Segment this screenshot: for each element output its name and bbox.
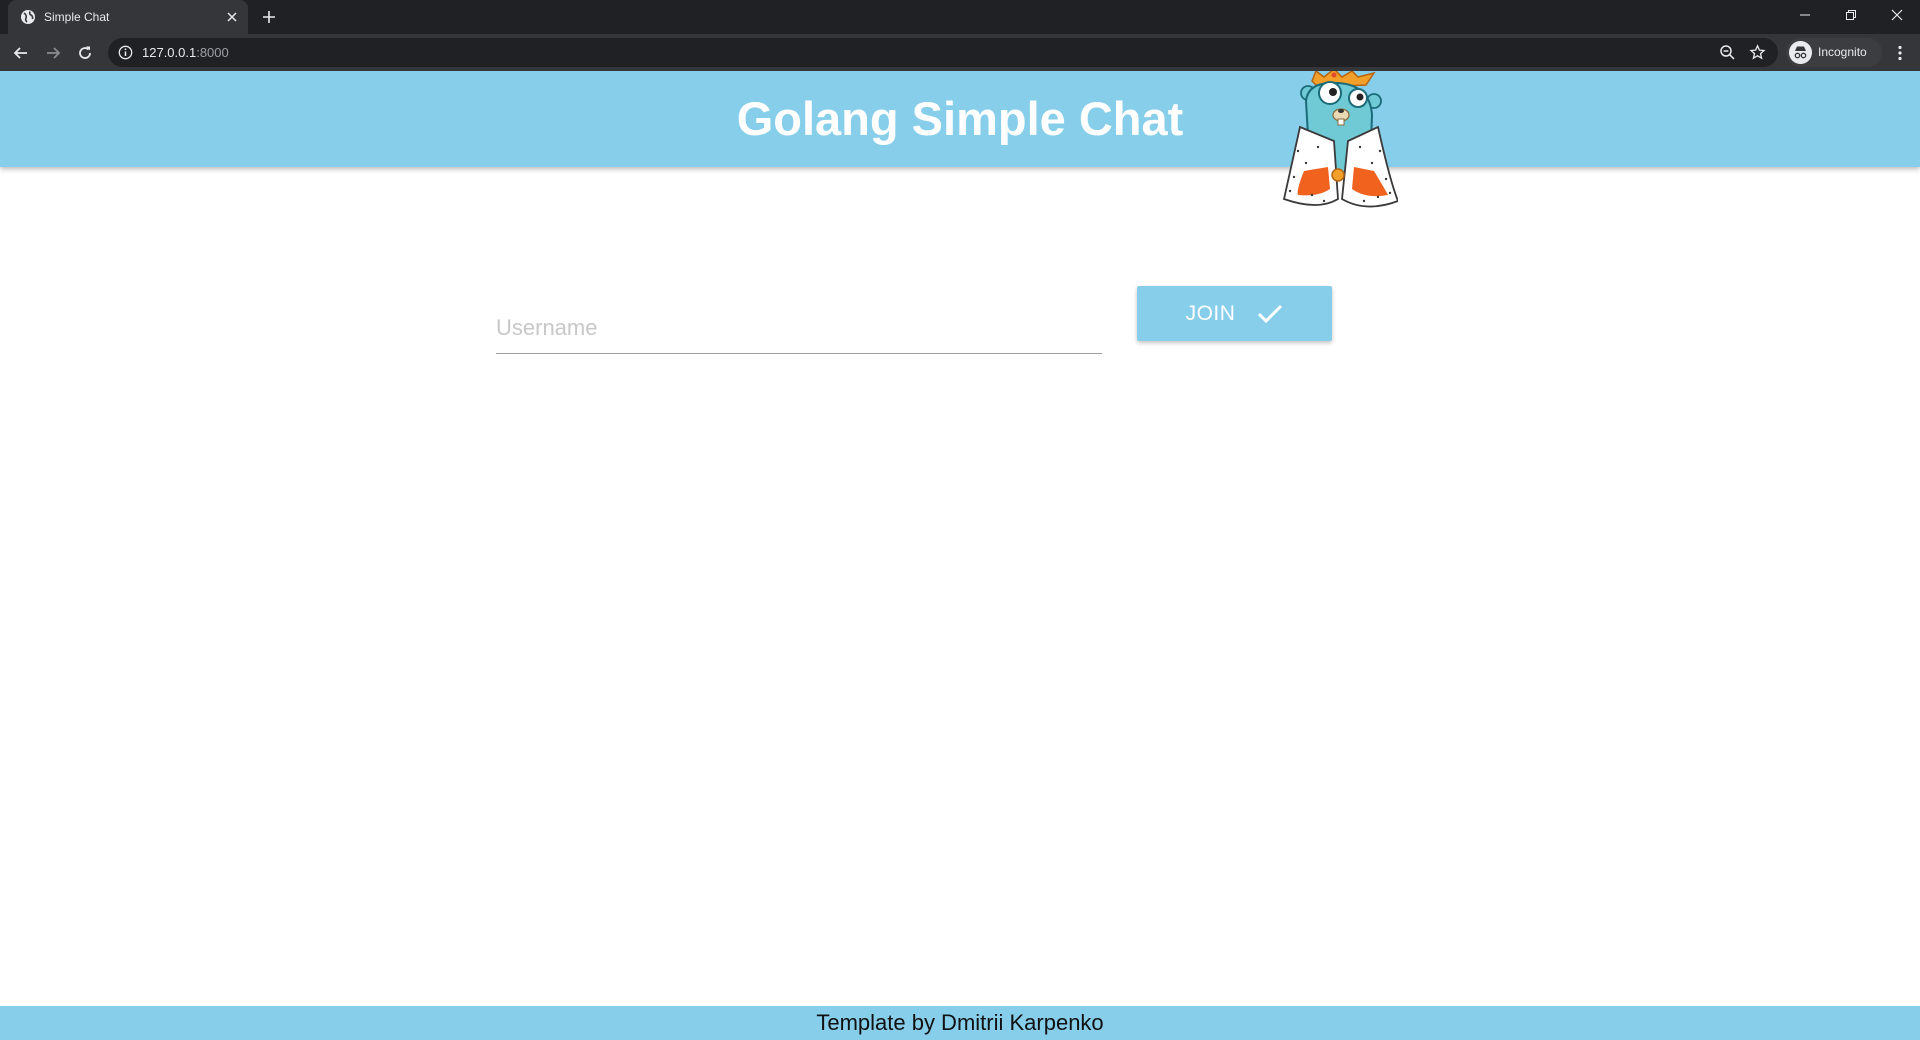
url-host: 127.0.0.1 bbox=[142, 45, 197, 60]
join-button[interactable]: JOIN bbox=[1137, 286, 1332, 341]
url-text: 127.0.0.1:8000 bbox=[142, 38, 229, 67]
arrow-right-icon bbox=[47, 47, 61, 59]
close-window-button[interactable] bbox=[1874, 0, 1920, 30]
browser-tab[interactable]: Simple Chat bbox=[8, 0, 248, 34]
reload-icon bbox=[79, 46, 91, 59]
globe-icon bbox=[21, 10, 35, 24]
join-form: JOIN bbox=[496, 286, 1332, 366]
browser-menu-button[interactable] bbox=[1890, 42, 1910, 64]
arrow-left-icon bbox=[13, 47, 27, 59]
restore-icon bbox=[1846, 10, 1856, 20]
kebab-menu-icon bbox=[1898, 45, 1902, 61]
page-title: Golang Simple Chat bbox=[736, 92, 1184, 145]
incognito-icon bbox=[1789, 41, 1812, 64]
incognito-label: Incognito bbox=[1818, 45, 1867, 59]
app-footer: Template by Dmitrii Karpenko bbox=[0, 1006, 1920, 1040]
app-header: Golang Simple Chat bbox=[0, 71, 1920, 167]
forward-button[interactable] bbox=[42, 42, 64, 64]
username-field bbox=[496, 286, 1102, 354]
incognito-profile-button[interactable]: Incognito bbox=[1786, 38, 1882, 67]
reload-button[interactable] bbox=[74, 42, 96, 64]
tab-title: Simple Chat bbox=[44, 10, 110, 24]
url-port: :8000 bbox=[196, 45, 229, 60]
browser-tab-strip: Simple Chat bbox=[0, 0, 1920, 34]
back-button[interactable] bbox=[10, 42, 32, 64]
minimize-button[interactable] bbox=[1782, 0, 1828, 30]
gopher-king-mascot bbox=[1282, 71, 1398, 208]
restore-button[interactable] bbox=[1828, 0, 1874, 30]
footer-credit: Template by Dmitrii Karpenko bbox=[816, 1010, 1104, 1035]
zoom-icon[interactable] bbox=[1719, 44, 1736, 61]
info-icon[interactable] bbox=[118, 45, 133, 60]
username-input[interactable] bbox=[496, 286, 1102, 354]
check-icon bbox=[1258, 304, 1283, 323]
minimize-icon bbox=[1800, 14, 1810, 16]
browser-toolbar: 127.0.0.1:8000 Incognito bbox=[0, 34, 1920, 71]
address-bar[interactable]: 127.0.0.1:8000 bbox=[108, 38, 1778, 67]
join-button-label: JOIN bbox=[1185, 301, 1236, 325]
page-viewport: Golang Simple Chat Username JOIN Templat… bbox=[0, 71, 1920, 1040]
bookmark-star-icon[interactable] bbox=[1749, 44, 1766, 61]
new-tab-icon[interactable] bbox=[260, 8, 278, 26]
close-tab-icon[interactable] bbox=[224, 9, 240, 25]
close-icon bbox=[1891, 9, 1903, 21]
